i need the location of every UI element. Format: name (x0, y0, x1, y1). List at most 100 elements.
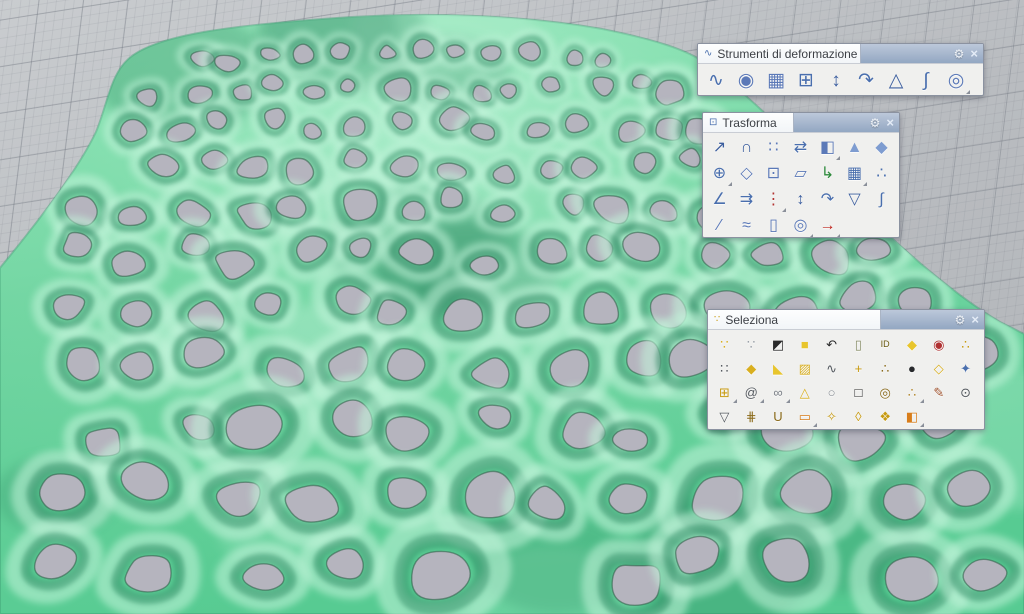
select-mesh-faces-button[interactable]: ⊞ (711, 380, 738, 404)
selection-filter-button[interactable]: ▽ (711, 404, 738, 428)
bend-button[interactable]: ↷ (814, 187, 841, 213)
deselect-points-button[interactable]: ∵ (738, 332, 765, 356)
select-small-objects-icon: ∴ (961, 338, 969, 351)
select-polysurface-button[interactable]: ◆ (899, 332, 926, 356)
select-meshes-button[interactable]: ● (899, 356, 926, 380)
flow-button[interactable]: ∫ (868, 187, 895, 213)
invert-selection-button[interactable]: ◩ (765, 332, 792, 356)
select-curves-button[interactable]: ∿ (818, 356, 845, 380)
select-small-objects-button[interactable]: ∴ (952, 332, 979, 356)
gear-icon[interactable]: ⚙ (954, 48, 965, 60)
copy-button[interactable]: ∷ (760, 135, 787, 161)
select-by-id-button[interactable]: ID (872, 332, 899, 356)
array-polar-button[interactable]: ∴ (868, 161, 895, 187)
select-brush-button[interactable]: ✎ (925, 380, 952, 404)
toolbar-deformation-titlebar[interactable]: ∿ Strumenti di deformazione ⚙ × (698, 44, 983, 64)
orient-3d-button[interactable]: ⊕ (706, 161, 733, 187)
select-points-button[interactable]: ∵ (711, 332, 738, 356)
cage-button[interactable]: ▦ (761, 66, 791, 95)
select-key-icon: ✧ (826, 410, 837, 423)
rotate-icon: ◆ (875, 140, 887, 156)
gear-icon[interactable]: ⚙ (870, 117, 881, 129)
box-edit-button[interactable]: ◧ (814, 135, 841, 161)
select-crate-icon: ◧ (906, 410, 918, 423)
select-duplicates-button[interactable]: ∴ (899, 380, 926, 404)
select-all-button[interactable]: ■ (791, 332, 818, 356)
rotate-button[interactable]: ◆ (868, 135, 895, 161)
slant-button[interactable]: ∕ (706, 213, 733, 238)
select-key-button[interactable]: ✧ (818, 404, 845, 428)
select-fence-button[interactable]: ⋕ (738, 404, 765, 428)
flow-along-surface-button[interactable]: ◎ (941, 66, 971, 95)
copy-in-place-icon: ⊡ (767, 166, 780, 182)
move-arc-button[interactable]: ∩ (733, 135, 760, 161)
close-icon[interactable]: × (971, 313, 979, 326)
trasforma-grip-icon: ⊡ (709, 118, 717, 128)
stretch-button[interactable]: ↕ (821, 66, 851, 95)
select-chains-button[interactable]: ∞ (765, 380, 792, 404)
select-spheres-button[interactable]: ○ (818, 380, 845, 404)
select-control-points-button[interactable]: + (845, 356, 872, 380)
toolbar-deformation[interactable]: ∿ Strumenti di deformazione ⚙ × ∿◉▦⊞↕↷△∫… (697, 43, 984, 96)
array-linear-button[interactable]: ⋮ (760, 187, 787, 213)
array-curve-button[interactable]: ⇉ (733, 187, 760, 213)
soft-edit-button[interactable]: ◉ (731, 66, 761, 95)
cage-edit-button[interactable]: ⊞ (791, 66, 821, 95)
select-crate-button[interactable]: ◧ (899, 404, 926, 428)
select-point-clouds-button[interactable]: ∷ (711, 356, 738, 380)
toolbar-trasforma-titlebar[interactable]: ⊡ Trasforma ⚙ × (703, 113, 899, 133)
select-polysurfaces-button[interactable]: ◆ (738, 356, 765, 380)
viewport[interactable]: ∿ Strumenti di deformazione ⚙ × ∿◉▦⊞↕↷△∫… (0, 0, 1024, 614)
taper-button[interactable]: ▽ (841, 187, 868, 213)
project-to-surface-button[interactable]: ▱ (787, 161, 814, 187)
shear-button[interactable]: ∠ (706, 187, 733, 213)
select-hatches-button[interactable]: ▨ (791, 356, 818, 380)
close-icon[interactable]: × (970, 47, 978, 60)
flow-button[interactable]: ∫ (911, 66, 941, 95)
select-tag-button[interactable]: ◊ (845, 404, 872, 428)
select-spirals-button[interactable]: @ (738, 380, 765, 404)
select-radial-button[interactable]: ◎ (872, 380, 899, 404)
ripple-button[interactable]: ≈ (733, 213, 760, 238)
select-keys-button[interactable]: ❖ (872, 404, 899, 428)
select-lights-button[interactable]: ✦ (952, 356, 979, 380)
orient-3point-button[interactable]: ↳ (814, 161, 841, 187)
taper-button[interactable]: △ (881, 66, 911, 95)
select-open-polysurfaces-button[interactable]: ◇ (925, 356, 952, 380)
select-by-color-button[interactable]: ◉ (925, 332, 952, 356)
mirror-copy-button[interactable]: ⇄ (787, 135, 814, 161)
twist-button[interactable]: ∿ (701, 66, 731, 95)
move-button[interactable]: ↗ (706, 135, 733, 161)
toolbar-deformation-tab[interactable]: ∿ Strumenti di deformazione (698, 44, 860, 63)
undo-selection-button[interactable]: ↶ (818, 332, 845, 356)
stretch-button[interactable]: ↕ (787, 187, 814, 213)
flow-surface-button[interactable]: ◎ (787, 213, 814, 238)
toolbar-seleziona-tab[interactable]: ∵ Seleziona (708, 310, 880, 329)
array-rect-button[interactable]: ▦ (841, 161, 868, 187)
toolbar-seleziona-titlebar[interactable]: ∵ Seleziona ⚙ × (708, 310, 984, 330)
select-points-icon: ∵ (720, 338, 728, 351)
twist-pages-button[interactable]: ▯ (760, 213, 787, 238)
move-arc-icon: ∩ (741, 140, 753, 156)
select-pyramids-button[interactable]: △ (791, 380, 818, 404)
toolbar-seleziona[interactable]: ∵ Seleziona ⚙ × ∵∵◩■↶▯ID◆◉∴∷◆◣▨∿+∴●◇✦⊞@∞… (707, 309, 985, 430)
toolbar-trasforma[interactable]: ⊡ Trasforma ⚙ × ↗ ∩ ∷⇄◧▲ ◆ ⊕◇ ⊡ ▱↳▦∴ ∠⇉⋮↕↷▽∫ ∕≈▯… (702, 112, 900, 238)
flow-along-surface-icon: ◎ (948, 71, 965, 90)
apply-transform-button[interactable]: → (814, 213, 841, 238)
select-volume-button[interactable]: U (765, 404, 792, 428)
select-blocks-button[interactable]: □ (845, 380, 872, 404)
select-surfaces-icon: ◣ (773, 362, 783, 375)
close-icon[interactable]: × (886, 116, 894, 129)
select-last-button[interactable]: ▯ (845, 332, 872, 356)
select-window-box-button[interactable]: ▭ (791, 404, 818, 428)
select-surfaces-button[interactable]: ◣ (765, 356, 792, 380)
orient-on-surface-button[interactable]: ◇ (733, 161, 760, 187)
copy-in-place-button[interactable]: ⊡ (760, 161, 787, 187)
select-zoom-button[interactable]: ⊙ (952, 380, 979, 404)
mirror-button[interactable]: ▲ (841, 135, 868, 161)
select-color-groups-button[interactable]: ∴ (872, 356, 899, 380)
toolbar-trasforma-tab[interactable]: ⊡ Trasforma (703, 113, 793, 132)
select-lights-icon: ✦ (960, 362, 971, 375)
bend-button[interactable]: ↷ (851, 66, 881, 95)
gear-icon[interactable]: ⚙ (955, 314, 966, 326)
